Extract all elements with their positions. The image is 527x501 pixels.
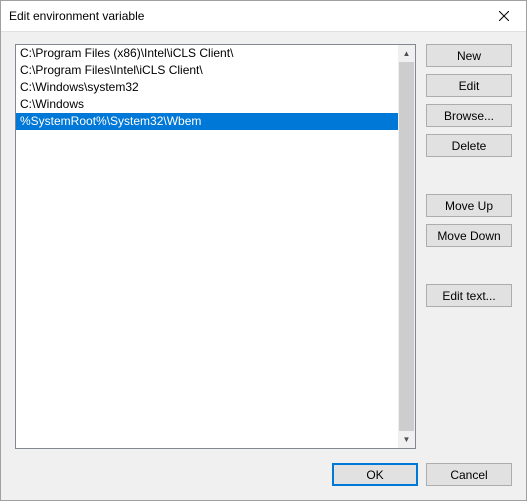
main-row: C:\Program Files (x86)\Intel\iCLS Client… bbox=[15, 44, 512, 449]
ok-button[interactable]: OK bbox=[332, 463, 418, 486]
move-up-button[interactable]: Move Up bbox=[426, 194, 512, 217]
close-icon bbox=[499, 11, 509, 21]
dialog-window: Edit environment variable C:\Program Fil… bbox=[0, 0, 527, 501]
list-item[interactable]: C:\Windows\system32 bbox=[16, 79, 398, 96]
scrollbar[interactable]: ▲ ▼ bbox=[398, 45, 415, 448]
cancel-button[interactable]: Cancel bbox=[426, 463, 512, 486]
path-listbox[interactable]: C:\Program Files (x86)\Intel\iCLS Client… bbox=[15, 44, 416, 449]
browse-button[interactable]: Browse... bbox=[426, 104, 512, 127]
delete-button[interactable]: Delete bbox=[426, 134, 512, 157]
list-item[interactable]: C:\Program Files\Intel\iCLS Client\ bbox=[16, 62, 398, 79]
list-item[interactable]: C:\Windows bbox=[16, 96, 398, 113]
titlebar: Edit environment variable bbox=[1, 1, 526, 32]
scroll-track[interactable] bbox=[398, 62, 415, 431]
new-button[interactable]: New bbox=[426, 44, 512, 67]
edit-text-button[interactable]: Edit text... bbox=[426, 284, 512, 307]
move-down-button[interactable]: Move Down bbox=[426, 224, 512, 247]
bottom-button-row: OK Cancel bbox=[15, 463, 512, 486]
scroll-down-arrow[interactable]: ▼ bbox=[398, 431, 415, 448]
window-title: Edit environment variable bbox=[1, 9, 144, 23]
dialog-body: C:\Program Files (x86)\Intel\iCLS Client… bbox=[1, 32, 526, 500]
list-item[interactable]: %SystemRoot%\System32\Wbem bbox=[16, 113, 398, 130]
list-item[interactable]: C:\Program Files (x86)\Intel\iCLS Client… bbox=[16, 45, 398, 62]
edit-button[interactable]: Edit bbox=[426, 74, 512, 97]
close-button[interactable] bbox=[481, 1, 526, 31]
scroll-thumb[interactable] bbox=[399, 62, 414, 431]
scroll-up-arrow[interactable]: ▲ bbox=[398, 45, 415, 62]
side-button-column: New Edit Browse... Delete Move Up Move D… bbox=[426, 44, 512, 449]
